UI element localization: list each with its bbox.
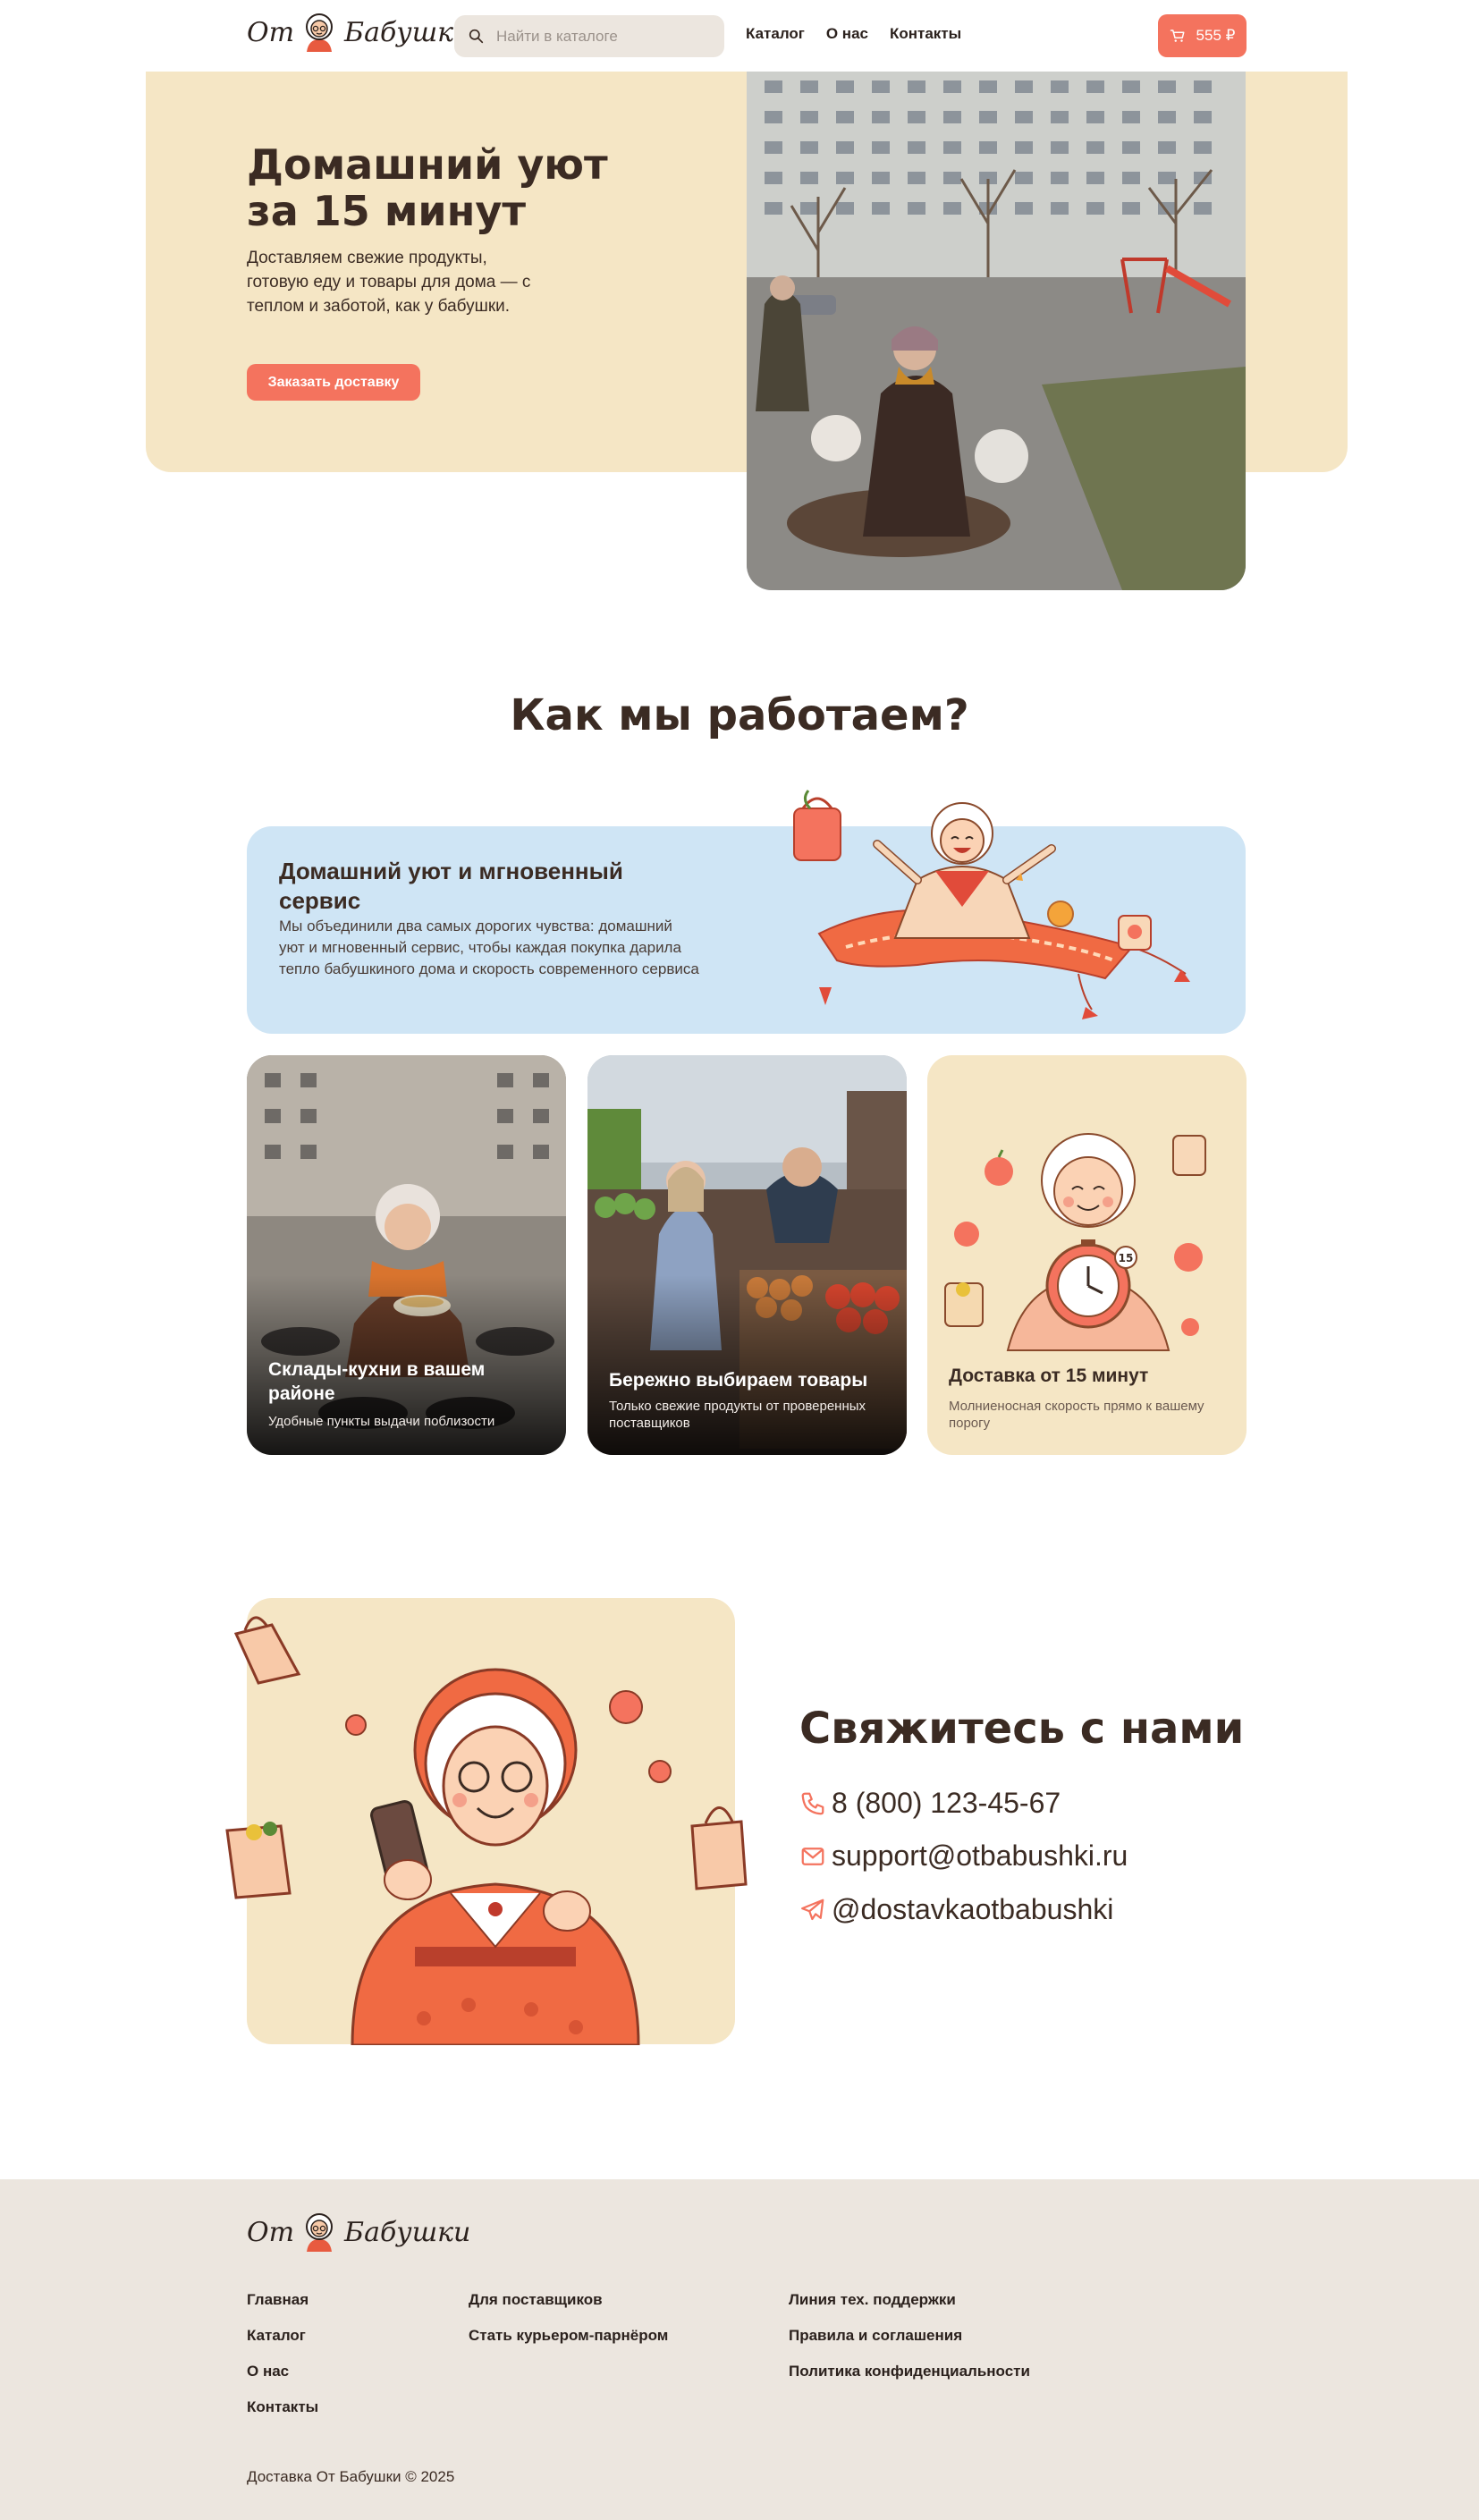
footer-legal-column: Линия тех. поддержки Правила и соглашени… (789, 2292, 1030, 2380)
nav-about-link[interactable]: О нас (826, 25, 868, 43)
grandma-logo-icon (306, 2213, 334, 2252)
grandma-logo-icon (306, 13, 334, 52)
footer-logo-word-right: Бабушки (344, 2216, 471, 2248)
feature-tile-kitchens: Склады-кухни в вашем районе Удобные пунк… (247, 1055, 566, 1455)
footer-logo-word-left: От (247, 2216, 295, 2248)
search-icon (469, 29, 484, 44)
grandma-phone-illustration (225, 1616, 748, 2045)
main-nav: Каталог О нас Контакты (746, 25, 961, 43)
logo-word-left: От (247, 16, 295, 48)
footer-link-home[interactable]: Главная (247, 2292, 318, 2308)
site-header: От Бабушки Каталог О нас Контакты 555 ₽ (0, 0, 1479, 72)
tile-kitchens-text: Удобные пункты выдачи поблизости (268, 1414, 495, 1429)
mail-icon (801, 1847, 824, 1865)
footer-partners-column: Для поставщиков Стать курьером-парнёром (469, 2292, 668, 2344)
grandma-courtyard-photo (747, 72, 1246, 590)
logo-word-right: Бабушки (344, 16, 471, 48)
market-selection-photo (587, 1055, 907, 1455)
service-card-title: Домашний уют и мгновенный сервис (279, 858, 623, 914)
cart-total: 555 ₽ (1196, 27, 1236, 44)
contact-phone[interactable]: 8 (800) 123-45-67 (799, 1787, 1061, 1820)
contact-email-text: support@otbabushki.ru (832, 1839, 1128, 1872)
tile-selection-title: Бережно выбираем товары (609, 1370, 868, 1391)
order-delivery-button[interactable]: Заказать доставку (247, 364, 420, 401)
nav-contacts-link[interactable]: Контакты (890, 25, 961, 43)
service-card-text: Мы объединили два самых дорогих чувства:… (279, 918, 699, 977)
brand-logo[interactable]: От Бабушки (247, 13, 470, 52)
footer-brand-logo[interactable]: От Бабушки (247, 2212, 470, 2252)
site-footer (0, 2179, 1479, 2520)
footer-link-contacts[interactable]: Контакты (247, 2399, 318, 2415)
hero-photo (747, 72, 1246, 590)
footer-link-about[interactable]: О нас (247, 2364, 318, 2380)
feature-tile-selection: Бережно выбираем товары Только свежие пр… (587, 1055, 907, 1455)
footer-link-privacy[interactable]: Политика конфиденциальности (789, 2364, 1030, 2380)
feature-tile-delivery: 15 Доставка от 15 минут Молниеносная ско… (927, 1055, 1247, 1455)
footer-link-terms[interactable]: Правила и соглашения (789, 2328, 1030, 2344)
how-we-work-title: Как мы работаем? (510, 690, 969, 740)
search-input[interactable] (496, 27, 711, 46)
footer-link-suppliers[interactable]: Для поставщиков (469, 2292, 668, 2308)
tile-delivery-text: Молниеносная скорость прямо к вашему пор… (949, 1399, 1204, 1431)
footer-link-support[interactable]: Линия тех. поддержки (789, 2292, 1030, 2308)
footer-nav-column: Главная Каталог О нас Контакты (247, 2292, 318, 2415)
service-info-card: Домашний уют и мгновенный сервис Мы объе… (247, 790, 1246, 1034)
flying-carpet-grandma-illustration (793, 790, 1190, 1019)
phone-icon (801, 1792, 824, 1814)
contact-telegram-text: @dostavkaotbabushki (832, 1893, 1114, 1925)
grandma-stopwatch-illustration: 15 (944, 1133, 1206, 1351)
search-box[interactable] (454, 15, 724, 57)
hero-subtitle: Доставляем свежие продукты, готовую еду … (247, 249, 531, 316)
telegram-icon (801, 1898, 824, 1920)
contact-email[interactable]: support@otbabushki.ru (799, 1839, 1128, 1873)
cart-button[interactable]: 555 ₽ (1158, 14, 1247, 57)
hero-title: Домашний уют за 15 минут (247, 140, 608, 235)
footer-link-catalog[interactable]: Каталог (247, 2328, 318, 2344)
contact-title: Свяжитесь с нами (799, 1704, 1245, 1754)
tile-delivery-title: Доставка от 15 минут (949, 1366, 1149, 1386)
footer-link-courier[interactable]: Стать курьером-парнёром (469, 2328, 668, 2344)
contact-telegram[interactable]: @dostavkaotbabushki (799, 1893, 1113, 1926)
nav-catalog-link[interactable]: Каталог (746, 25, 805, 43)
timer-label: 15 (1119, 1252, 1134, 1264)
cart-icon (1170, 30, 1185, 42)
tile-kitchens-title: Склады-кухни в вашем районе (268, 1359, 486, 1404)
tile-selection-text: Только свежие продукты от проверенных по… (609, 1399, 866, 1431)
contact-phone-text: 8 (800) 123-45-67 (832, 1787, 1061, 1819)
copyright-text: Доставка От Бабушки © 2025 (247, 2468, 455, 2485)
